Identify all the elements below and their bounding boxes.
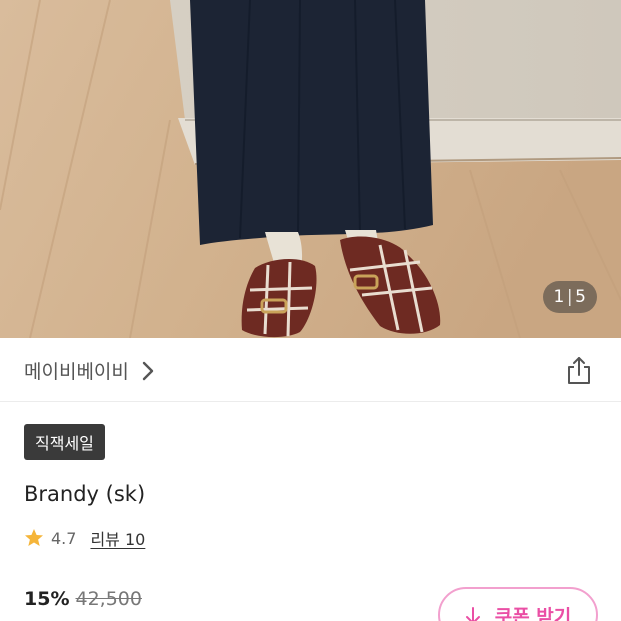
star-icon: [25, 529, 43, 546]
product-photo: [0, 0, 621, 338]
coupon-label: 쿠폰 받기: [494, 605, 572, 621]
rating-value: 4.7: [51, 528, 77, 548]
seller-link[interactable]: 메이비베이비: [24, 357, 155, 384]
image-counter: 1 | 5: [543, 281, 597, 313]
price-row: 15% 42,500: [24, 588, 142, 610]
rating-row: 4.7 리뷰 10: [24, 526, 145, 550]
sale-badge: 직잭세일: [24, 424, 105, 460]
download-arrow-icon: [465, 607, 480, 621]
original-price: 42,500: [75, 588, 142, 610]
image-counter-total: 5: [575, 287, 587, 307]
image-counter-current: 1: [553, 287, 565, 307]
seller-row: 메이비베이비: [0, 338, 621, 402]
share-icon[interactable]: [565, 356, 593, 386]
product-title: Brandy (sk): [24, 482, 146, 506]
image-counter-separator: |: [566, 287, 574, 307]
coupon-button[interactable]: 쿠폰 받기: [438, 587, 598, 621]
discount-rate: 15%: [24, 588, 70, 610]
product-image[interactable]: 1 | 5: [0, 0, 621, 338]
review-link[interactable]: 리뷰 10: [90, 526, 145, 550]
seller-name: 메이비베이비: [24, 361, 129, 383]
chevron-right-icon: [142, 361, 154, 380]
